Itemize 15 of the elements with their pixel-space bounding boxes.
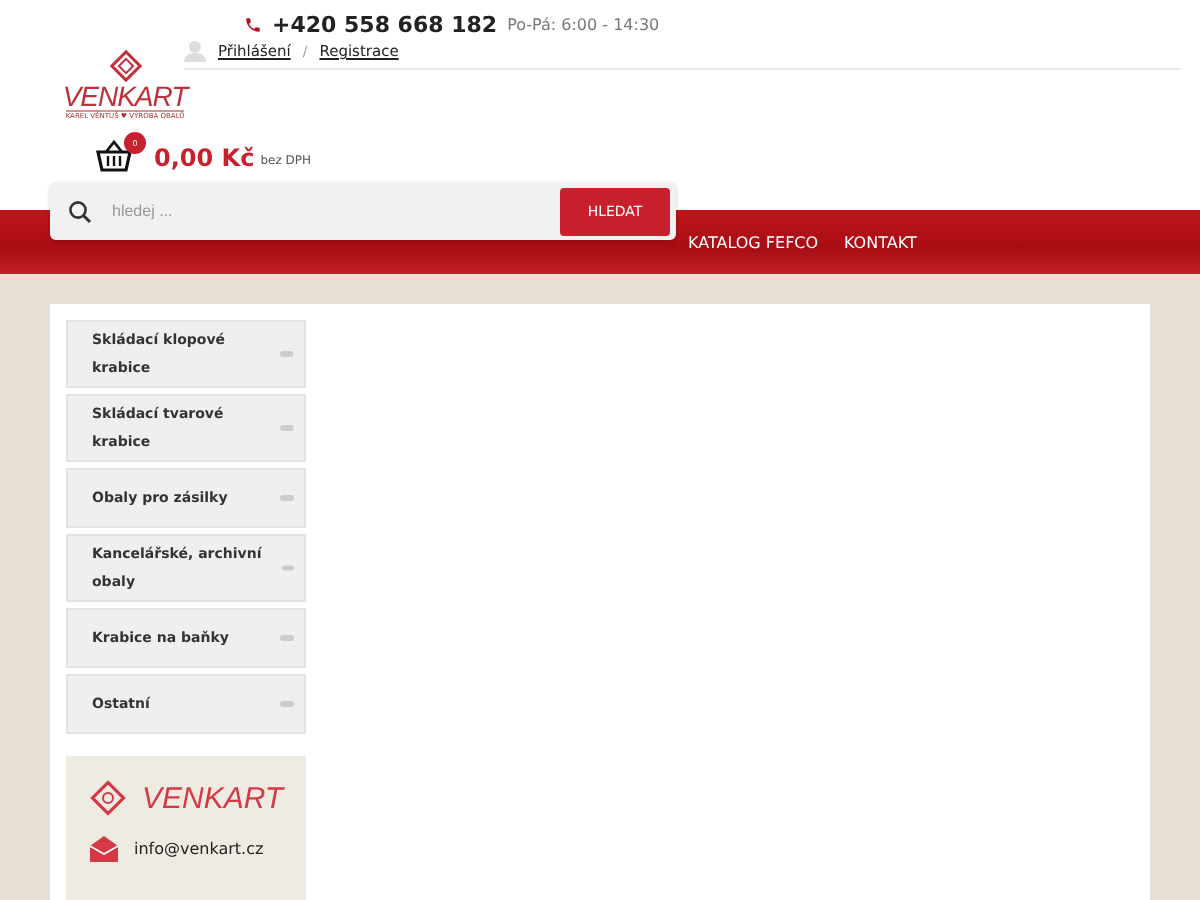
logo-name[interactable]: VENKART (62, 82, 188, 110)
phone-number: +420 558 668 182 (272, 11, 498, 37)
diamond-logo-icon (90, 780, 126, 816)
nav-link[interactable]: KONTAKT (844, 233, 964, 251)
search-icon (68, 199, 92, 223)
contact-email[interactable]: info@venkart.cz (134, 840, 264, 858)
basket-icon[interactable] (94, 140, 134, 172)
user-icon (184, 40, 206, 62)
cart-price[interactable]: 0,00 Kč (154, 144, 255, 172)
diamond-logo-icon (109, 50, 141, 82)
nav-link[interactable]: KATALOG FEFCO (688, 233, 844, 251)
phone-icon (244, 15, 262, 33)
contact-logo-name: VENKART (142, 781, 284, 815)
opening-hours: Po-Pá: 6:00 - 14:30 (507, 15, 660, 33)
envelope-icon (90, 836, 118, 862)
